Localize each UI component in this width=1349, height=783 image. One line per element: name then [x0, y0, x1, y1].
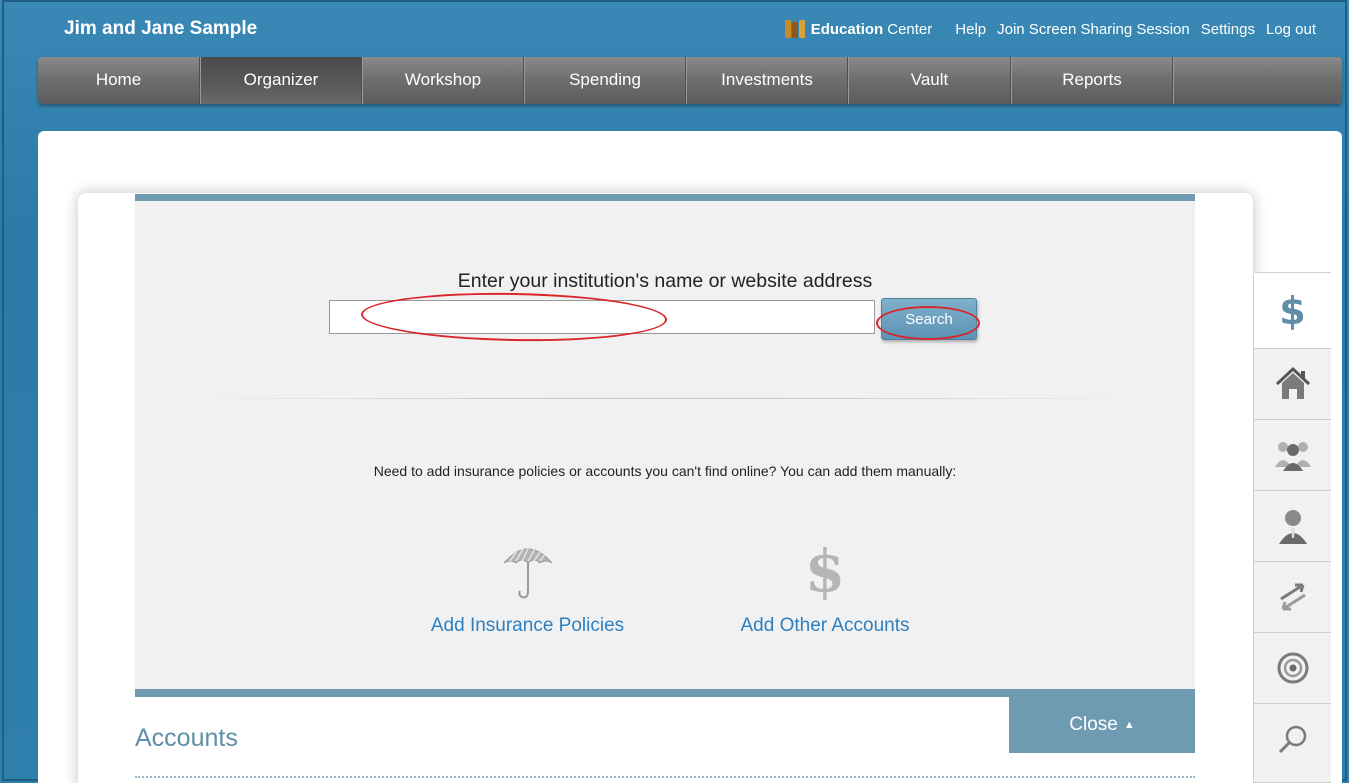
add-other-accounts-link[interactable]: Add Other Accounts [705, 615, 945, 637]
education-center-link[interactable]: Education Center [784, 20, 933, 38]
nav-tab-workshop[interactable]: Workshop [362, 57, 524, 104]
center-label: Center [887, 20, 933, 38]
nav-tab-organizer[interactable]: Organizer [200, 57, 362, 104]
side-tab-accounts[interactable]: $ [1254, 273, 1331, 349]
nav-tab-investments[interactable]: Investments [686, 57, 848, 104]
caret-up-icon: ▲ [1123, 719, 1135, 731]
top-links: Education Center Help Join Screen Sharin… [784, 20, 1316, 38]
add-other-accounts-option[interactable]: $ Add Other Accounts [705, 535, 945, 637]
side-tab-advisor[interactable] [1254, 491, 1331, 562]
nav-tab-reports[interactable]: Reports [1011, 57, 1173, 104]
target-icon [1277, 652, 1308, 684]
nav-tab-home[interactable]: Home [38, 57, 200, 104]
logout-link[interactable]: Log out [1266, 21, 1316, 38]
transfer-arrows-icon [1279, 583, 1306, 611]
side-tab-search[interactable] [1254, 704, 1331, 775]
side-tab-bar: $ [1253, 272, 1331, 783]
nav-tab-empty [1173, 57, 1342, 104]
nav-tab-vault[interactable]: Vault [848, 57, 1011, 104]
group-icon [1274, 442, 1311, 471]
umbrella-icon [405, 535, 650, 607]
add-insurance-policies-option[interactable]: Add Insurance Policies [405, 535, 650, 637]
dollar-icon: $ [1279, 288, 1306, 333]
help-link[interactable]: Help [955, 21, 986, 38]
side-tab-transfers[interactable] [1254, 562, 1331, 633]
education-label: Education [810, 20, 884, 38]
institution-search-input[interactable] [329, 300, 875, 334]
person-icon [1278, 510, 1307, 544]
side-tab-home[interactable] [1254, 349, 1331, 420]
screen-sharing-link[interactable]: Join Screen Sharing Session [997, 21, 1190, 38]
magnifier-icon [1278, 725, 1306, 753]
add-insurance-policies-link[interactable]: Add Insurance Policies [405, 615, 650, 637]
settings-link[interactable]: Settings [1201, 21, 1255, 38]
close-button[interactable]: Close ▲ [1009, 697, 1195, 753]
nav-tab-spending[interactable]: Spending [524, 57, 686, 104]
close-label: Close [1069, 714, 1118, 735]
institution-search-panel: Enter your institution's name or website… [135, 194, 1195, 697]
main-nav: Home Organizer Workshop Spending Investm… [38, 57, 1342, 104]
divider [183, 398, 1143, 399]
search-prompt: Enter your institution's name or website… [457, 270, 873, 292]
side-tab-family[interactable] [1254, 420, 1331, 491]
user-name: Jim and Jane Sample [64, 18, 258, 39]
accounts-heading: Accounts [135, 724, 238, 752]
search-button[interactable]: Search [881, 298, 977, 340]
side-tab-goals[interactable] [1254, 633, 1331, 704]
house-icon [1275, 366, 1310, 399]
manual-add-text: Need to add insurance policies or accoun… [373, 463, 957, 479]
dollar-sign-icon: $ [804, 537, 846, 605]
books-icon [784, 20, 807, 38]
accounts-divider [135, 776, 1195, 778]
